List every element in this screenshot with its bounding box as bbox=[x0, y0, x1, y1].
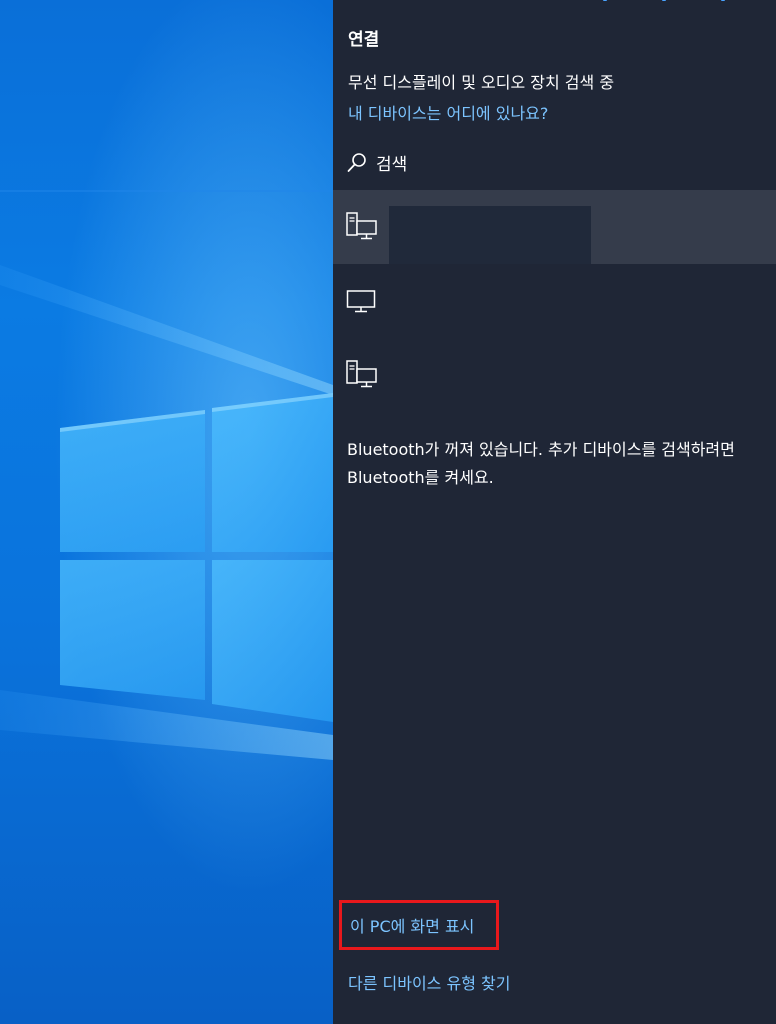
top-edge-indicators bbox=[603, 0, 725, 1]
search-icon bbox=[346, 152, 368, 174]
indicator-dot bbox=[721, 0, 725, 1]
monitor-icon bbox=[346, 286, 378, 314]
pc-connect-icon bbox=[346, 360, 378, 388]
device-item[interactable] bbox=[333, 264, 776, 338]
device-item[interactable] bbox=[333, 190, 776, 264]
bluetooth-off-message: Bluetooth가 꺼져 있습니다. 추가 디바이스를 검색하려면 Bluet… bbox=[347, 440, 735, 487]
screen: 연결 무선 디스플레이 및 오디오 장치 검색 중 내 디바이스는 어디에 있나… bbox=[0, 0, 776, 1024]
connect-panel: 연결 무선 디스플레이 및 오디오 장치 검색 중 내 디바이스는 어디에 있나… bbox=[333, 0, 776, 1024]
device-name-area bbox=[389, 206, 591, 264]
find-other-device-types-link[interactable]: 다른 디바이스 유형 찾기 bbox=[348, 970, 510, 994]
device-item[interactable] bbox=[333, 338, 776, 412]
indicator-dot bbox=[603, 0, 607, 1]
indicator-dot bbox=[662, 0, 666, 1]
project-to-this-pc-link[interactable]: 이 PC에 화면 표시 bbox=[339, 900, 499, 950]
project-to-this-pc-label: 이 PC에 화면 표시 bbox=[350, 917, 475, 936]
pc-connect-icon bbox=[346, 212, 378, 240]
desktop-wallpaper bbox=[0, 0, 333, 1024]
where-is-my-device-link[interactable]: 내 디바이스는 어디에 있나요? bbox=[348, 100, 548, 124]
search-label: 검색 bbox=[376, 155, 408, 175]
search-button[interactable]: 검색 bbox=[346, 150, 407, 175]
panel-title: 연결 bbox=[348, 30, 380, 50]
windows-logo-wallpaper bbox=[0, 190, 333, 760]
search-status-text: 무선 디스플레이 및 오디오 장치 검색 중 bbox=[348, 73, 615, 92]
